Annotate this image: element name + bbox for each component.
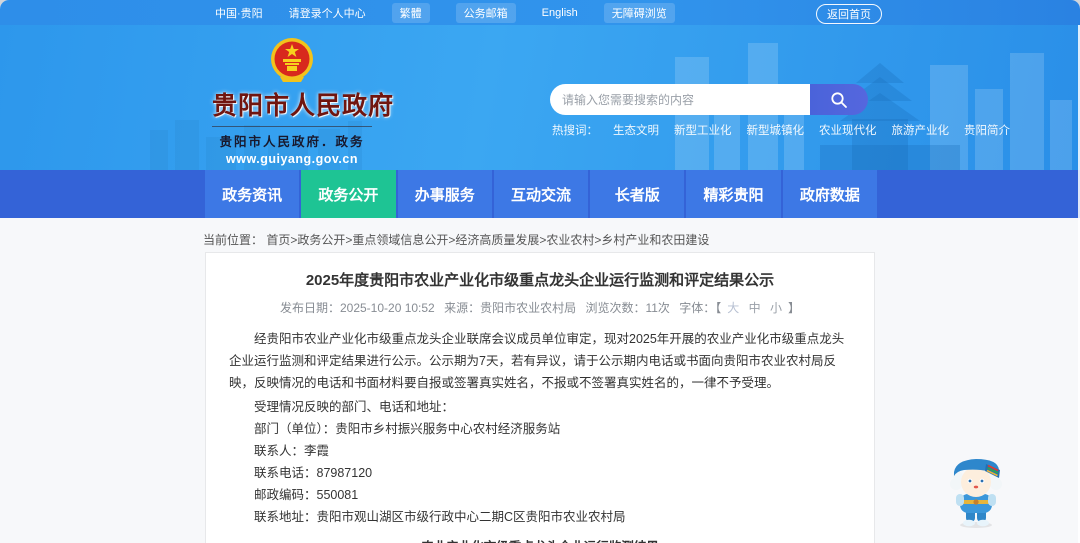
paragraph-accept: 受理情况反映的部门、电话和地址：: [254, 400, 455, 414]
contact-phone: 联系电话：87987120: [254, 466, 373, 480]
main-nav-items: 政务资讯 政务公开 办事服务 互动交流 长者版 精彩贵阳 政府数据: [205, 170, 877, 218]
link-english[interactable]: English: [542, 7, 578, 19]
search-button[interactable]: [810, 84, 868, 115]
nav-item-senior-version[interactable]: 长者版: [590, 170, 685, 218]
breadcrumb: 当前位置： 首页>政务公开>重点领域信息公开>经济高质量发展>农业农村>乡村产业…: [203, 231, 709, 248]
search-icon: [831, 91, 847, 108]
nav-item-gov-affairs-open[interactable]: 政务公开: [301, 170, 396, 218]
hot-link-tourism[interactable]: 旅游产业化: [892, 122, 950, 138]
top-utility-bar: 中国·贵阳 请登录个人中心 繁體 公务邮箱 English 无障碍浏览 返回首页: [0, 0, 1080, 25]
article-source: 来源：贵阳市农业农村局: [444, 301, 577, 315]
site-url: www.guiyang.gov.cn: [226, 152, 358, 166]
back-to-home-button[interactable]: 返回首页: [816, 4, 882, 24]
hot-link-guiyang-intro[interactable]: 贵阳简介: [964, 122, 1010, 138]
link-china-guiyang[interactable]: 中国·贵阳: [215, 5, 263, 21]
search-bar: [550, 84, 868, 115]
view-count: 浏览次数：11次: [585, 301, 670, 315]
link-accessibility[interactable]: 无障碍浏览: [603, 2, 675, 23]
national-emblem-icon: [271, 38, 313, 82]
topbar-links: 中国·贵阳 请登录个人中心 繁體 公务邮箱 English 无障碍浏览: [215, 2, 675, 23]
city-skyline-graphic: [150, 43, 1072, 170]
site-subtitle: 贵阳市人民政府．政务: [212, 126, 372, 150]
link-traditional-chinese[interactable]: 繁體: [391, 2, 430, 23]
site-banner: 贵阳市人民政府 贵阳市人民政府．政务 www.guiyang.gov.cn 热搜…: [0, 25, 1080, 170]
breadcrumb-label: 当前位置：: [203, 233, 264, 247]
contact-address: 联系地址：贵阳市观山湖区市级行政中心二期C区贵阳市农业农村局: [254, 510, 626, 524]
hot-search-label: 热搜词：: [552, 125, 598, 137]
font-size-label: 字体：【: [679, 301, 722, 315]
link-login-personal-center[interactable]: 请登录个人中心: [289, 5, 366, 21]
hot-link-ecology[interactable]: 生态文明: [613, 122, 659, 138]
hot-link-agriculture-modernization[interactable]: 农业现代化: [819, 122, 877, 138]
search-input[interactable]: [550, 84, 810, 115]
font-size-medium-button[interactable]: 中: [749, 301, 761, 315]
nav-item-splendid-guiyang[interactable]: 精彩贵阳: [686, 170, 781, 218]
contact-postcode: 邮政编码：550081: [254, 488, 359, 502]
mascot-assistant-icon[interactable]: [942, 456, 1010, 528]
article-body: 经贵阳市农业产业化市级重点龙头企业联席会议成员单位审定，现对2025年开展的农业…: [229, 328, 851, 526]
contact-person: 联系人：李霞: [254, 444, 330, 458]
paragraph-intro: 经贵阳市农业产业化市级重点龙头企业联席会议成员单位审定，现对2025年开展的农业…: [229, 332, 845, 390]
nav-item-interaction[interactable]: 互动交流: [493, 170, 589, 218]
content-region: 当前位置： 首页>政务公开>重点领域信息公开>经济高质量发展>农业农村>乡村产业…: [0, 218, 1080, 543]
nav-item-services[interactable]: 办事服务: [397, 170, 492, 218]
nav-item-gov-data[interactable]: 政府数据: [782, 170, 877, 218]
font-size-label-close: 】: [788, 301, 801, 315]
publish-date: 发布日期：2025-10-20 10:52: [279, 301, 435, 315]
table-title: 农业产业化市级重点龙头企业运行监测结果: [229, 536, 851, 543]
main-nav-bar: 政务资讯 政务公开 办事服务 互动交流 长者版 精彩贵阳 政府数据: [0, 170, 1080, 218]
browser-page: 中国·贵阳 请登录个人中心 繁體 公务邮箱 English 无障碍浏览 返回首页: [0, 0, 1080, 543]
contact-department: 部门（单位）：贵阳市乡村振兴服务中心农村经济服务站: [254, 422, 561, 436]
hot-search-row: 热搜词： 生态文明 新型工业化 新型城镇化 农业现代化 旅游产业化 贵阳简介: [552, 122, 1010, 138]
breadcrumb-path[interactable]: 首页>政务公开>重点领域信息公开>经济高质量发展>农业农村>乡村产业和农田建设: [266, 233, 709, 247]
font-size-large-button[interactable]: 大: [727, 301, 739, 315]
site-name: 贵阳市人民政府: [212, 92, 395, 120]
link-official-mail[interactable]: 公务邮箱: [455, 2, 516, 23]
article-meta: 发布日期：2025-10-20 10:52 来源：贵阳市农业农村局 浏览次数：1…: [229, 299, 851, 316]
article-title: 2025年度贵阳市农业产业化市级重点龙头企业运行监测和评定结果公示: [305, 272, 775, 289]
site-logo-block[interactable]: 贵阳市人民政府 贵阳市人民政府．政务 www.guiyang.gov.cn: [212, 37, 395, 166]
hot-link-urbanization[interactable]: 新型城镇化: [747, 122, 805, 138]
nav-item-news[interactable]: 政务资讯: [205, 170, 300, 218]
article-card: 2025年度贵阳市农业产业化市级重点龙头企业运行监测和评定结果公示 发布日期：2…: [205, 252, 875, 543]
font-size-small-button[interactable]: 小: [770, 301, 782, 315]
hot-link-new-industry[interactable]: 新型工业化: [674, 122, 732, 138]
